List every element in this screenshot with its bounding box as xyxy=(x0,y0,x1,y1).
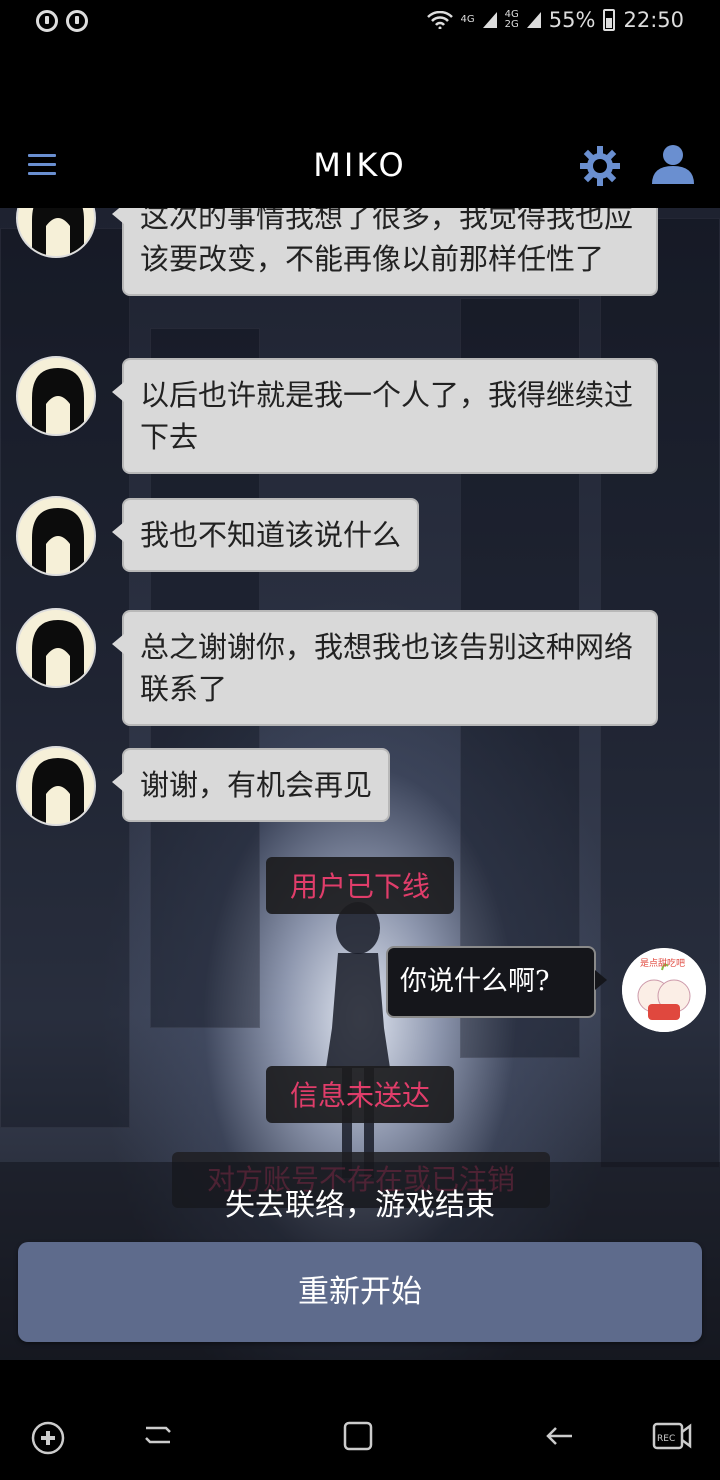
back-icon[interactable] xyxy=(544,1420,576,1452)
message-bubble: 我也不知道该说什么 xyxy=(111,498,420,572)
svg-text:REC: REC xyxy=(657,1434,675,1444)
network-indicator-2: 4G 2G xyxy=(505,10,519,30)
message-bubble: 以后也许就是我一个人了，我得继续过下去 xyxy=(112,358,658,474)
game-over-text: 失去联络，游戏结束 xyxy=(225,1188,495,1223)
signal-icon xyxy=(482,12,497,28)
clock: 22:50 xyxy=(623,8,684,32)
message-bubble: 谢谢，有机会再见 xyxy=(111,748,391,822)
game-tools-icon[interactable] xyxy=(30,1420,66,1456)
gear-icon[interactable] xyxy=(578,144,622,188)
system-notice: 信息未送达 xyxy=(266,1066,454,1123)
recent-apps-icon[interactable] xyxy=(142,1420,174,1452)
message-bubble: 总之谢谢你，我想我也该告别这种网络联系了 xyxy=(112,610,658,726)
network-label: 4G xyxy=(460,14,475,25)
user-icon[interactable] xyxy=(650,144,696,184)
avatar[interactable] xyxy=(16,746,96,826)
network-label: 2G xyxy=(504,19,519,30)
signal-icon xyxy=(526,12,541,28)
message-bubble: 这次的事情我想了很多，我觉得我也应该要改变，不能再像以前那样任性了 xyxy=(112,208,658,296)
sync-icon xyxy=(36,10,58,32)
avatar[interactable] xyxy=(16,608,96,688)
status-bar: 4G 4G 2G 55% 22:50 xyxy=(0,0,720,46)
app-bar: MIKO xyxy=(0,46,720,208)
avatar[interactable] xyxy=(16,356,96,436)
system-notice: 用户已下线 xyxy=(266,857,454,914)
my-avatar[interactable]: 是点甜吃吧 xyxy=(622,948,706,1032)
restart-button[interactable]: 重新开始 xyxy=(18,1242,702,1342)
battery-icon xyxy=(603,9,616,31)
sync-icon xyxy=(66,10,88,32)
screen-record-icon[interactable]: REC xyxy=(652,1420,692,1452)
home-icon[interactable] xyxy=(342,1420,374,1452)
my-message-bubble: 你说什么啊? xyxy=(386,946,607,1018)
avatar-label: 是点甜吃吧 xyxy=(640,959,686,969)
girl-silhouette xyxy=(326,902,390,1178)
battery-percent: 55% xyxy=(548,8,596,32)
avatar[interactable] xyxy=(16,496,96,576)
wifi-icon xyxy=(426,11,453,29)
network-indicator-1: 4G xyxy=(461,15,475,25)
